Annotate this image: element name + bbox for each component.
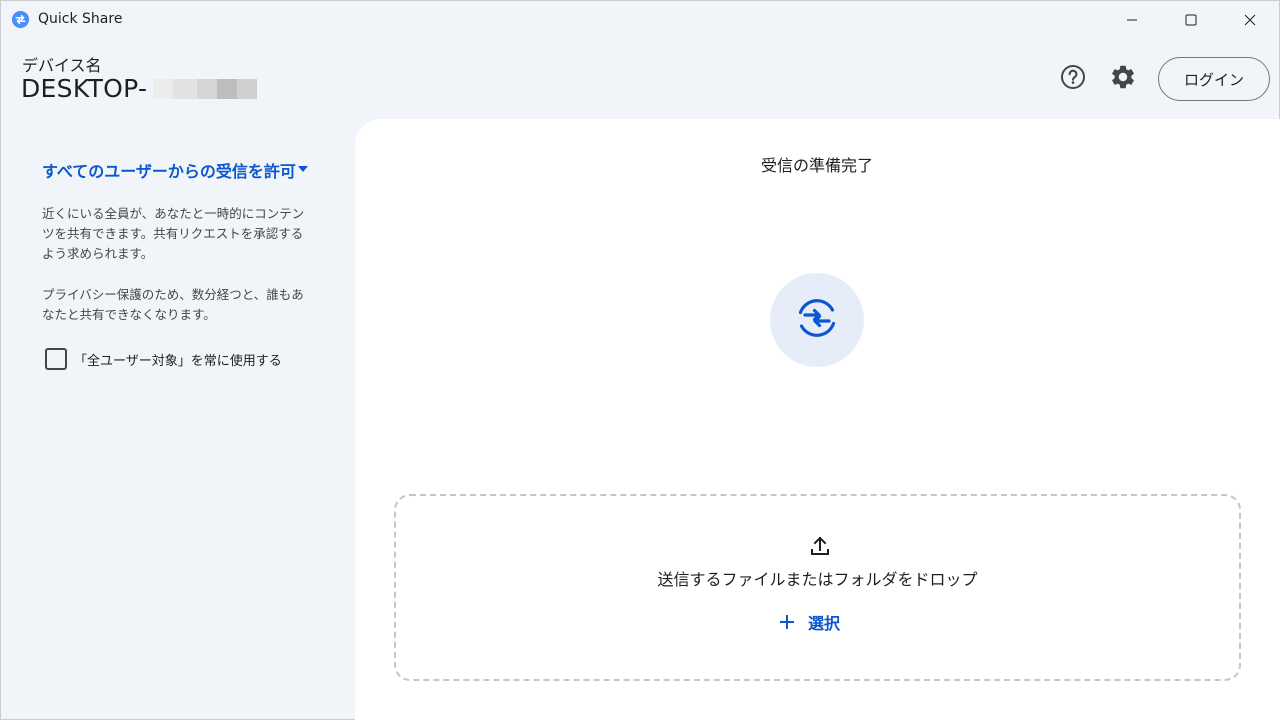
- quick-share-icon: [11, 10, 30, 29]
- login-button[interactable]: ログイン: [1158, 57, 1270, 101]
- maximize-button[interactable]: [1161, 1, 1221, 39]
- always-use-checkbox[interactable]: [45, 348, 67, 370]
- receive-mode-label: すべてのユーザーからの受信を許可: [42, 162, 296, 181]
- receive-mode-dropdown[interactable]: すべてのユーザーからの受信を許可: [42, 159, 312, 181]
- upload-icon: [808, 534, 832, 558]
- select-files-button[interactable]: 選択: [778, 608, 840, 636]
- file-drop-zone[interactable]: 送信するファイルまたはフォルダをドロップ 選択: [394, 494, 1241, 681]
- minimize-button[interactable]: [1102, 1, 1162, 39]
- select-label: 選択: [808, 614, 841, 633]
- app-title: Quick Share: [38, 11, 123, 27]
- status-indicator: [770, 273, 864, 367]
- dropdown-arrow-icon: [298, 166, 308, 172]
- title-bar: Quick Share: [1, 1, 1279, 39]
- device-name-redaction: [153, 79, 257, 99]
- gear-icon: [1109, 63, 1137, 95]
- device-name-label: デバイス名: [22, 56, 102, 75]
- plus-icon: [778, 613, 796, 631]
- close-icon: [1244, 11, 1256, 30]
- app-window: Quick Share デバイス名 DESKTOP- ログイン すべてのユーザー…: [0, 0, 1280, 720]
- always-use-everyone-option[interactable]: 「全ユーザー対象」を常に使用する: [45, 347, 282, 371]
- device-name: DESKTOP-: [21, 74, 148, 103]
- close-button[interactable]: [1220, 1, 1280, 39]
- receive-mode-description: 近くにいる全員が、あなたと一時的にコンテンツを共有できます。共有リクエストを承認…: [42, 206, 305, 261]
- main-panel: 受信の準備完了 送信するファイルまたはフォルダをドロップ 選択: [355, 119, 1280, 720]
- drop-instruction: 送信するファイルまたはフォルダをドロップ: [657, 570, 978, 589]
- help-button[interactable]: [1058, 64, 1088, 94]
- help-icon: [1060, 64, 1086, 94]
- status-title: 受信の準備完了: [760, 156, 873, 175]
- always-use-label: 「全ユーザー対象」を常に使用する: [74, 353, 282, 369]
- privacy-description: プライバシー保護のため、数分経つと、誰もあなたと共有できなくなります。: [42, 287, 304, 322]
- minimize-icon: [1126, 11, 1138, 30]
- settings-button[interactable]: [1108, 64, 1138, 94]
- sync-arrows-icon: [793, 294, 841, 346]
- maximize-icon: [1185, 11, 1197, 30]
